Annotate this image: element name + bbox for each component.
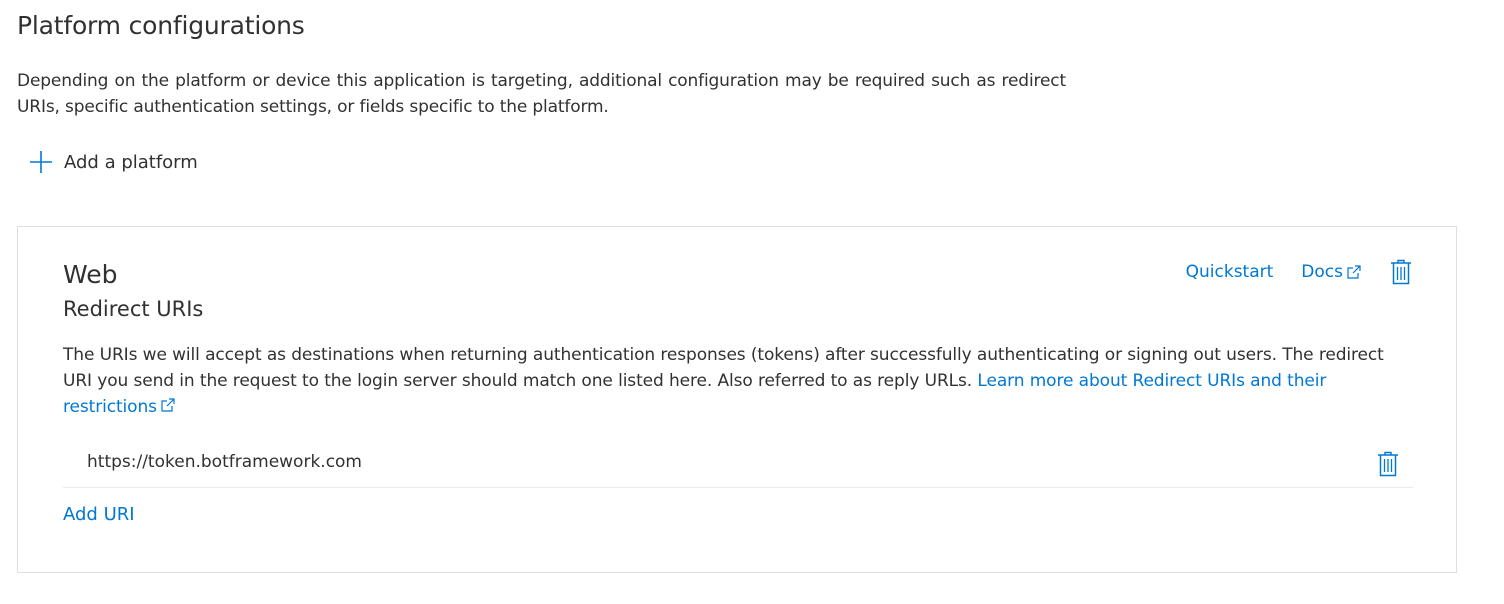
card-actions: Quickstart Docs [1186, 256, 1412, 288]
plus-icon [28, 149, 54, 175]
delete-uri-trash-icon[interactable] [1377, 451, 1399, 477]
web-platform-card: Web Redirect URIs Quickstart Docs The UR… [17, 226, 1457, 573]
page-title: Platform configurations [17, 11, 305, 40]
redirect-uri-row: https://token.botframework.com [63, 445, 1413, 488]
docs-link-label: Docs [1301, 262, 1343, 282]
quickstart-link[interactable]: Quickstart [1186, 262, 1274, 282]
platform-configurations-page: Platform configurations Depending on the… [0, 0, 1504, 604]
redirect-uri-value: https://token.botframework.com [87, 452, 362, 472]
add-uri-link[interactable]: Add URI [63, 504, 135, 525]
add-platform-label: Add a platform [64, 151, 198, 173]
redirect-uris-description: The URIs we will accept as destinations … [63, 342, 1413, 420]
external-link-icon [160, 395, 176, 412]
card-title: Web [63, 260, 118, 289]
delete-platform-trash-icon[interactable] [1390, 259, 1412, 285]
add-platform-button[interactable]: Add a platform [28, 146, 198, 178]
card-subtitle: Redirect URIs [63, 297, 204, 321]
section-description: Depending on the platform or device this… [17, 71, 1066, 117]
docs-link[interactable]: Docs [1301, 262, 1362, 282]
external-link-icon [1346, 264, 1362, 280]
